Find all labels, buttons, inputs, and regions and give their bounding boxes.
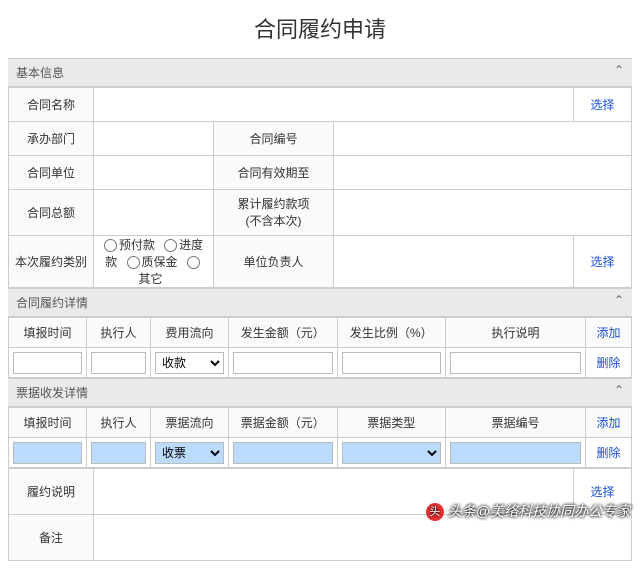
panel-basic: 基本信息 ⌃ 合同名称 选择 承办部门 合同编号 合同单位 合同有效期至 合同总… [8, 58, 632, 288]
bill-select-type[interactable] [342, 442, 442, 464]
radio-warranty-label: 质保金 [142, 255, 178, 269]
value-remark [94, 515, 632, 561]
radio-other-label: 其它 [138, 272, 162, 286]
perf-col-desc: 执行说明 [446, 318, 586, 348]
perf-col-flow: 费用流向 [151, 318, 229, 348]
perf-select-flow[interactable]: 收款 [155, 352, 224, 374]
radio-prepay[interactable] [104, 239, 117, 252]
value-valid-until [334, 156, 632, 190]
radio-progress[interactable] [164, 239, 177, 252]
label-contract-name: 合同名称 [9, 88, 94, 122]
basic-form: 合同名称 选择 承办部门 合同编号 合同单位 合同有效期至 合同总额 累计履约款… [8, 87, 632, 288]
label-department: 承办部门 [9, 122, 94, 156]
bill-col-no: 票据编号 [446, 408, 586, 438]
chevron-up-icon[interactable]: ⌃ [614, 293, 624, 307]
panel-perf-header[interactable]: 合同履约详情 ⌃ [8, 289, 632, 317]
value-contract-total [94, 190, 214, 236]
label-remark: 备注 [9, 515, 94, 561]
chevron-up-icon[interactable]: ⌃ [614, 63, 624, 77]
value-contract-name [94, 88, 574, 122]
panel-basic-header[interactable]: 基本信息 ⌃ [8, 59, 632, 87]
perf-col-ratio: 发生比例（%） [337, 318, 446, 348]
bill-input-time[interactable] [13, 442, 82, 464]
label-cumulative: 累计履约款项 (不含本次) [214, 190, 334, 236]
link-select-leader[interactable]: 选择 [590, 255, 614, 269]
bill-input-exec[interactable] [91, 442, 146, 464]
bill-select-flow[interactable]: 收票 [155, 442, 224, 464]
perf-col-amount: 发生金额（元） [229, 318, 338, 348]
label-contract-unit: 合同单位 [9, 156, 94, 190]
chevron-up-icon[interactable]: ⌃ [614, 383, 624, 397]
watermark-text: 头条@美络科技协同办公专家 [448, 503, 630, 519]
label-unit-leader: 单位负责人 [214, 236, 334, 288]
radio-group-type: 预付款 进度款 质保金 其它 [94, 236, 214, 288]
bill-input-amount[interactable] [233, 442, 333, 464]
perf-input-amount[interactable] [233, 352, 333, 374]
panel-perf: 合同履约详情 ⌃ 填报时间 执行人 费用流向 发生金额（元） 发生比例（%） 执… [8, 288, 632, 378]
value-contract-unit [94, 156, 214, 190]
bill-row: 收票 删除 [9, 438, 632, 468]
perf-col-exec: 执行人 [87, 318, 151, 348]
page-title: 合同履约申请 [8, 12, 632, 44]
panel-basic-title: 基本信息 [16, 66, 64, 80]
bill-col-flow: 票据流向 [151, 408, 229, 438]
bill-col-time: 填报时间 [9, 408, 87, 438]
bill-del[interactable]: 删除 [586, 438, 632, 468]
perf-input-ratio[interactable] [342, 352, 442, 374]
perf-input-time[interactable] [13, 352, 82, 374]
label-this-type: 本次履约类别 [9, 236, 94, 288]
bill-add[interactable]: 添加 [586, 408, 632, 438]
radio-prepay-label: 预付款 [119, 238, 155, 252]
perf-del[interactable]: 删除 [586, 348, 632, 378]
radio-warranty[interactable] [127, 256, 140, 269]
value-unit-leader [334, 236, 574, 288]
bill-col-type: 票据类型 [337, 408, 446, 438]
radio-other[interactable] [187, 256, 200, 269]
panel-bill-header[interactable]: 票据收发详情 ⌃ [8, 379, 632, 407]
watermark: 头头条@美络科技协同办公专家 [426, 501, 630, 521]
panel-bill: 票据收发详情 ⌃ 填报时间 执行人 票据流向 票据金额（元） 票据类型 票据编号… [8, 378, 632, 468]
panel-bill-title: 票据收发详情 [16, 386, 88, 400]
label-contract-total: 合同总额 [9, 190, 94, 236]
perf-grid: 填报时间 执行人 费用流向 发生金额（元） 发生比例（%） 执行说明 添加 收款… [8, 317, 632, 378]
panel-perf-title: 合同履约详情 [16, 296, 88, 310]
label-valid-until: 合同有效期至 [214, 156, 334, 190]
bill-col-exec: 执行人 [87, 408, 151, 438]
link-select-contract[interactable]: 选择 [590, 98, 614, 112]
link-select-desc[interactable]: 选择 [590, 485, 614, 499]
bill-grid: 填报时间 执行人 票据流向 票据金额（元） 票据类型 票据编号 添加 收票 删除 [8, 407, 632, 468]
watermark-icon: 头 [426, 503, 444, 521]
value-cumulative [334, 190, 632, 236]
perf-input-desc[interactable] [450, 352, 581, 374]
bill-input-no[interactable] [450, 442, 581, 464]
perf-row: 收款 删除 [9, 348, 632, 378]
value-department [94, 122, 214, 156]
bill-col-amount: 票据金额（元） [229, 408, 338, 438]
label-contract-no: 合同编号 [214, 122, 334, 156]
perf-add[interactable]: 添加 [586, 318, 632, 348]
perf-col-time: 填报时间 [9, 318, 87, 348]
perf-input-exec[interactable] [91, 352, 146, 374]
value-contract-no [334, 122, 632, 156]
label-perf-desc: 履约说明 [9, 469, 94, 515]
